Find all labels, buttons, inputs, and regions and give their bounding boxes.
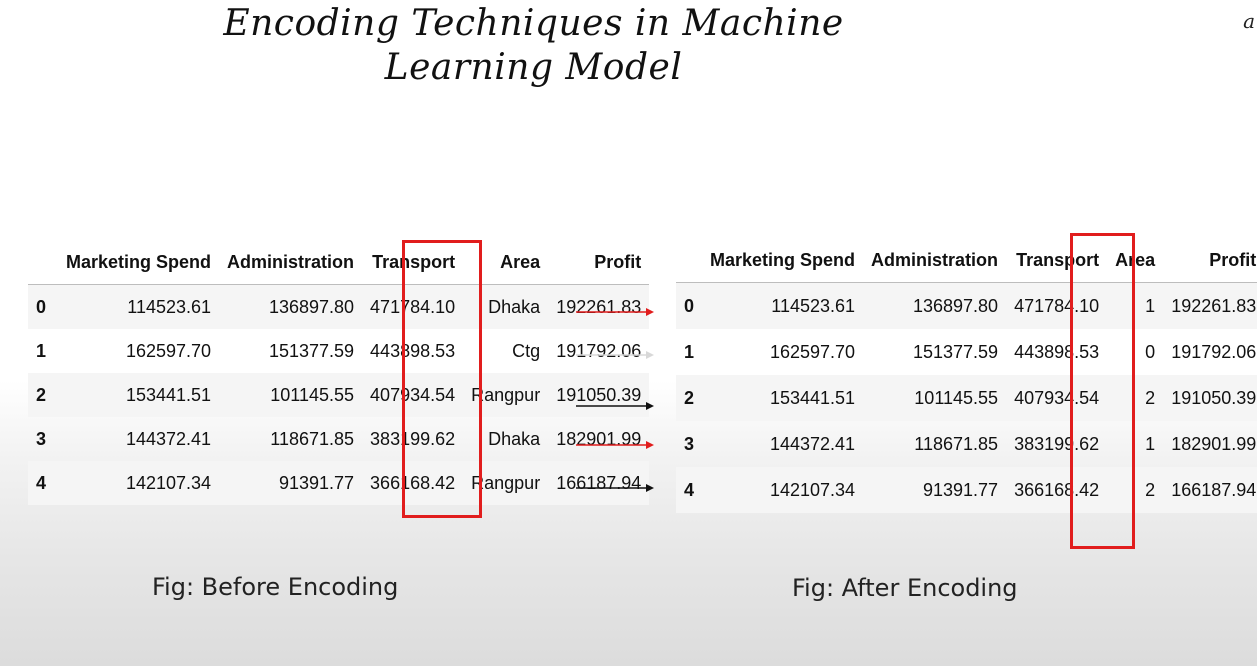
row-index: 2 (28, 373, 58, 417)
arrow-row-1 (576, 351, 654, 359)
row-index: 1 (684, 341, 695, 362)
area-column-highlight-before (402, 240, 482, 518)
cell-profit: 192261.83 (1163, 282, 1257, 329)
cell-marketing-spend: 153441.51 (702, 375, 864, 421)
table-row: 1 162597.70 151377.59 443898.53 Ctg 1917… (28, 329, 649, 373)
cell-profit: 182901.99 (1171, 433, 1257, 454)
cell-marketing-spend: 162597.70 (125, 340, 212, 361)
header-profit: Profit (1163, 238, 1257, 283)
index-header (676, 238, 703, 283)
cell-marketing-spend: 162597.70 (769, 341, 856, 362)
cell-administration: 118671.85 (270, 428, 355, 449)
arrow-row-4 (576, 484, 654, 492)
row-index: 2 (676, 375, 703, 421)
cell-administration: 91391.77 (219, 461, 363, 505)
table-row: 4 142107.34 91391.77 366168.42 Rangpur 1… (28, 461, 650, 505)
cell-profit: 191050.39 (1163, 375, 1257, 421)
table-row: 4 142107.34 91391.77 366168.42 2 166187.… (676, 467, 1257, 513)
row-index: 3 (684, 433, 695, 454)
table-row: 3 144372.41 118671.85 383199.62 Dhaka 18… (28, 417, 649, 461)
cell-marketing-spend: 114523.61 (702, 282, 864, 329)
cell-administration: 118671.85 (914, 433, 999, 454)
row-index: 3 (36, 428, 47, 449)
table-row: 0 114523.61 136897.80 471784.10 Dhaka 19… (28, 284, 650, 329)
cell-administration: 91391.77 (863, 467, 1007, 513)
arrow-row-2 (576, 402, 654, 410)
cell-administration: 151377.59 (268, 340, 355, 361)
table-header-row: Marketing Spend Administration Transport… (28, 240, 650, 285)
caption-before-encoding: Fig: Before Encoding (152, 573, 399, 601)
slide-title-line-1: Encoding Techniques in Machine (223, 3, 844, 44)
table-row: 3 144372.41 118671.85 383199.62 1 182901… (676, 421, 1257, 467)
arrow-row-3 (576, 441, 654, 449)
cell-marketing-spend: 114523.61 (58, 284, 220, 329)
before-encoding-table: Marketing Spend Administration Transport… (28, 240, 650, 505)
table-row: 1 162597.70 151377.59 443898.53 0 191792… (676, 329, 1257, 375)
row-index: 0 (28, 284, 58, 329)
row-index: 0 (676, 282, 703, 329)
cell-administration: 136897.80 (863, 282, 1007, 329)
slide-title-line-2: Learning Model (384, 47, 683, 88)
table-header-row: Marketing Spend Administration Transport… (676, 238, 1257, 283)
cell-marketing-spend: 144372.41 (769, 433, 856, 454)
header-marketing-spend: Marketing Spend (702, 238, 864, 283)
cell-marketing-spend: 144372.41 (125, 428, 212, 449)
cell-marketing-spend: 142107.34 (58, 461, 220, 505)
cell-marketing-spend: 153441.51 (58, 373, 220, 417)
cell-profit: 191792.06 (1171, 341, 1257, 362)
index-header (28, 240, 58, 285)
table-row: 2 153441.51 101145.55 407934.54 2 191050… (676, 375, 1257, 421)
table-row: 0 114523.61 136897.80 471784.10 1 192261… (676, 282, 1257, 329)
row-index: 1 (36, 340, 47, 361)
arrow-row-0 (576, 308, 654, 316)
cell-administration: 151377.59 (912, 341, 999, 362)
header-administration: Administration (863, 238, 1007, 283)
cell-marketing-spend: 142107.34 (702, 467, 864, 513)
header-marketing-spend: Marketing Spend (58, 240, 220, 285)
cell-administration: 101145.55 (219, 373, 363, 417)
cell-administration: 101145.55 (863, 375, 1007, 421)
row-index: 4 (676, 467, 703, 513)
caption-after-encoding: Fig: After Encoding (792, 574, 1018, 602)
header-profit: Profit (548, 240, 650, 285)
area-column-highlight-after (1070, 233, 1135, 549)
cell-profit: 166187.94 (1163, 467, 1257, 513)
corner-handwriting: a (1243, 9, 1255, 33)
after-encoding-table: Marketing Spend Administration Transport… (676, 238, 1257, 513)
table-row: 2 153441.51 101145.55 407934.54 Rangpur … (28, 373, 650, 417)
header-administration: Administration (219, 240, 363, 285)
cell-administration: 136897.80 (219, 284, 363, 329)
row-index: 4 (28, 461, 58, 505)
